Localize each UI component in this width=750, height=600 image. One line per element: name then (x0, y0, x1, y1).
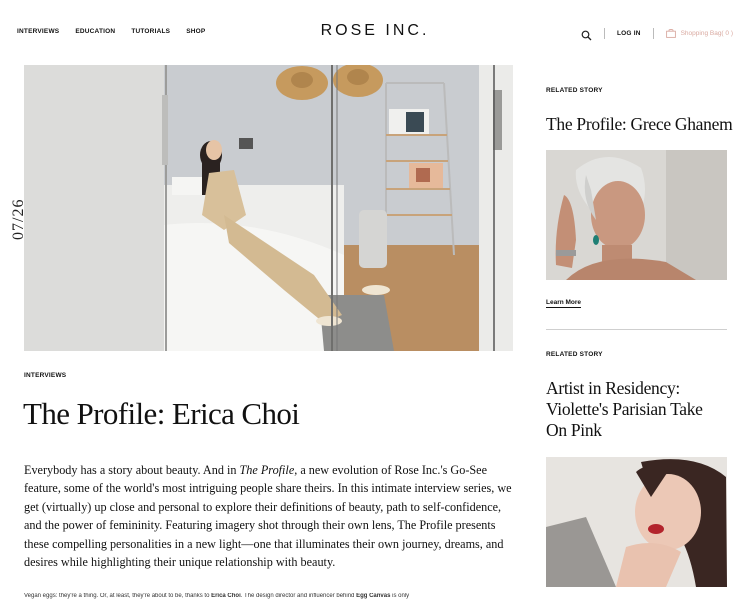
intro-text: Everybody has a story about beauty. And … (24, 463, 240, 477)
shopping-bag-icon (665, 28, 676, 38)
site-header: INTERVIEWS EDUCATION TUTORIALS SHOP ROSE… (0, 0, 750, 64)
intro-series-name: The Profile (239, 463, 295, 477)
body-text: is only (390, 593, 410, 599)
sidebar-divider (546, 329, 727, 330)
article-intro: Everybody has a story about beauty. And … (24, 461, 516, 571)
intro-text-continued: , a new evolution of Rose Inc.'s Go-See … (24, 463, 512, 570)
hero-photo (24, 65, 513, 351)
header-tools: LOG IN Shopping Bag( 0 ) (581, 26, 733, 40)
related-story-image[interactable] (546, 457, 727, 587)
shopping-bag-button[interactable]: Shopping Bag( 0 ) (665, 28, 733, 38)
divider (604, 27, 605, 39)
related-story-title[interactable]: Artist in Residency: Violette's Parisian… (546, 378, 727, 441)
body-text: Vegan eggs: they're a thing. Or, at leas… (24, 593, 212, 599)
related-story-label: RELATED STORY (546, 87, 603, 94)
divider (652, 27, 654, 39)
article-category[interactable]: INTERVIEWS (24, 372, 66, 379)
related-story-image[interactable] (546, 150, 727, 280)
related-story-title[interactable]: The Profile: Grece Ghanem (546, 114, 733, 135)
body-text: . The design director and influencer beh… (240, 593, 357, 599)
shopping-bag-label: Shopping Bag( 0 ) (680, 29, 733, 37)
brand-link[interactable]: Egg Canvas (356, 593, 390, 599)
article-title: The Profile: Erica Choi (23, 396, 300, 431)
login-link[interactable]: LOG IN (617, 30, 641, 37)
article-date: 07/26 (10, 198, 27, 240)
article-body: Vegan eggs: they're a thing. Or, at leas… (24, 593, 516, 599)
related-story-label: RELATED STORY (546, 351, 603, 358)
learn-more-link[interactable]: Learn More (546, 299, 582, 308)
search-icon[interactable] (581, 28, 592, 40)
person-link[interactable]: Erica Choi (211, 593, 241, 599)
